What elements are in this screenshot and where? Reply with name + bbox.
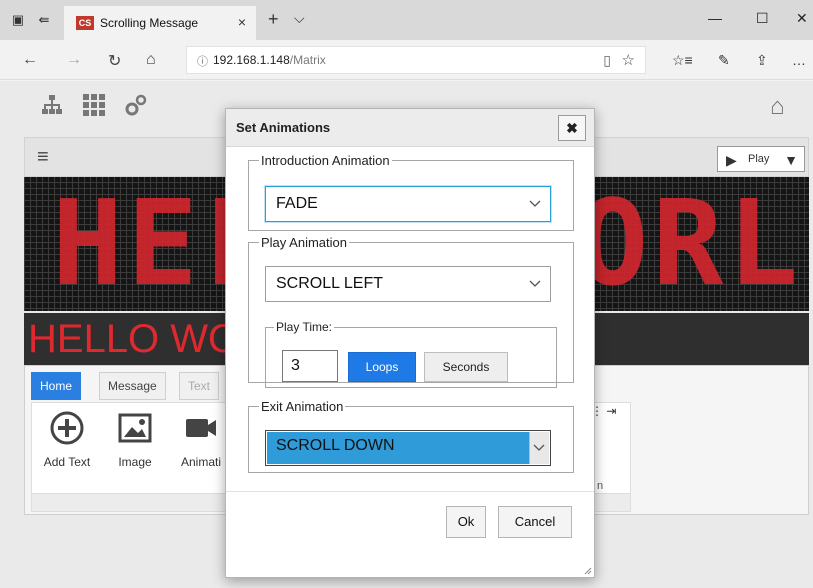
- sitemap-icon[interactable]: [40, 93, 64, 117]
- play-animation-value: SCROLL LEFT: [276, 275, 383, 292]
- chevron-down-icon: [529, 280, 541, 287]
- ribbon-group-label-right: n: [597, 480, 604, 492]
- grid-apps-icon[interactable]: [82, 93, 106, 117]
- close-icon[interactable]: ✕: [796, 10, 808, 27]
- url-text: 192.168.1.148/Matrix: [213, 53, 326, 67]
- tab-text[interactable]: Text: [179, 372, 220, 400]
- intro-animation-group: Introduction Animation FADE: [248, 153, 574, 231]
- site-home-icon[interactable]: ⌂: [770, 93, 785, 121]
- add-text-label: Add Text: [43, 455, 91, 469]
- play-animation-select[interactable]: SCROLL LEFT: [265, 266, 551, 302]
- tab-home[interactable]: Home: [31, 372, 82, 400]
- favorite-star-icon[interactable]: ☆: [622, 51, 635, 69]
- play-time-input[interactable]: 3: [282, 350, 338, 382]
- tab-dropdown-icon[interactable]: ⌵: [294, 10, 305, 27]
- play-time-value: 3: [291, 357, 300, 374]
- home-icon[interactable]: ⌂: [146, 51, 156, 69]
- image-button[interactable]: Image: [104, 411, 166, 469]
- play-time-legend: Play Time:: [276, 320, 333, 334]
- video-camera-icon: [186, 419, 216, 437]
- seconds-button[interactable]: Seconds: [424, 352, 508, 382]
- dialog-header: Set Animations ✖: [226, 109, 594, 147]
- browser-tab[interactable]: CS Scrolling Message ×: [64, 6, 256, 40]
- tab-stack-icon[interactable]: ▣: [10, 12, 26, 28]
- play-dropdown-button[interactable]: ▶ Play ▼: [717, 146, 805, 172]
- hamburger-menu-icon[interactable]: ≡: [37, 146, 49, 169]
- play-time-group: Play Time: 3 Loops Seconds: [265, 320, 557, 388]
- exit-animation-value: SCROLL DOWN: [276, 437, 395, 454]
- play-animation-legend: Play Animation: [261, 235, 347, 250]
- set-animations-dialog: Set Animations ✖ Introduction Animation …: [225, 108, 595, 578]
- tab-message[interactable]: Message: [99, 372, 166, 400]
- dropdown-arrow-icon: ▼: [784, 152, 798, 168]
- image-icon: [118, 413, 152, 443]
- url-input[interactable]: ⓘ 192.168.1.148/Matrix ▯ ☆: [186, 46, 646, 74]
- share-icon[interactable]: ⇪: [756, 52, 768, 69]
- gears-icon[interactable]: [124, 93, 148, 117]
- browser-tab-bar: ▣ ⇚ CS Scrolling Message × + ⌵ — ☐ ✕: [0, 0, 813, 40]
- dialog-close-button[interactable]: ✖: [558, 115, 586, 141]
- exit-animation-legend: Exit Animation: [261, 399, 344, 414]
- minimize-icon[interactable]: —: [708, 10, 722, 26]
- refresh-icon[interactable]: ↻: [108, 51, 121, 71]
- chevron-down-icon: [533, 444, 545, 451]
- info-icon[interactable]: ⓘ: [197, 53, 208, 69]
- tab-close-icon[interactable]: ×: [238, 14, 246, 30]
- new-tab-button[interactable]: +: [268, 9, 279, 30]
- dialog-title: Set Animations: [236, 120, 331, 135]
- forward-icon[interactable]: →: [66, 51, 82, 69]
- resize-grip-icon[interactable]: [584, 567, 592, 575]
- tab-back-icon[interactable]: ⇚: [36, 12, 52, 28]
- address-bar: ← → ↻ ⌂ ⓘ 192.168.1.148/Matrix ▯ ☆ ☆≡ ✎ …: [0, 40, 813, 80]
- favorites-list-icon[interactable]: ☆≡: [672, 52, 693, 69]
- play-icon: ▶: [726, 152, 737, 168]
- ok-button[interactable]: Ok: [446, 506, 486, 538]
- animation-label: Animati: [180, 455, 221, 469]
- intro-animation-select[interactable]: FADE: [265, 186, 551, 222]
- back-icon[interactable]: ←: [22, 51, 38, 69]
- play-label: Play: [748, 153, 770, 165]
- play-animation-group: Play Animation SCROLL LEFT Play Time: 3 …: [248, 235, 574, 388]
- cancel-button[interactable]: Cancel: [498, 506, 572, 538]
- image-label: Image: [118, 455, 152, 469]
- exit-animation-select[interactable]: SCROLL DOWN: [265, 430, 551, 466]
- site-favicon-icon: CS: [76, 16, 94, 30]
- intro-animation-value: FADE: [276, 195, 318, 212]
- loops-button[interactable]: Loops: [348, 352, 416, 382]
- reading-view-icon[interactable]: ▯: [603, 52, 611, 69]
- exit-animation-group: Exit Animation SCROLL DOWN: [248, 399, 574, 473]
- add-circle-icon: [50, 411, 84, 445]
- intro-animation-legend: Introduction Animation: [261, 153, 390, 168]
- pen-icon[interactable]: ✎: [718, 52, 730, 69]
- more-icon[interactable]: …: [792, 52, 806, 68]
- dialog-footer: Ok Cancel: [226, 491, 594, 577]
- maximize-icon[interactable]: ☐: [756, 10, 769, 27]
- animation-button[interactable]: Animati: [170, 411, 232, 469]
- add-text-button[interactable]: Add Text: [36, 411, 98, 469]
- tab-title: Scrolling Message: [100, 16, 199, 30]
- chevron-down-icon: [529, 200, 541, 207]
